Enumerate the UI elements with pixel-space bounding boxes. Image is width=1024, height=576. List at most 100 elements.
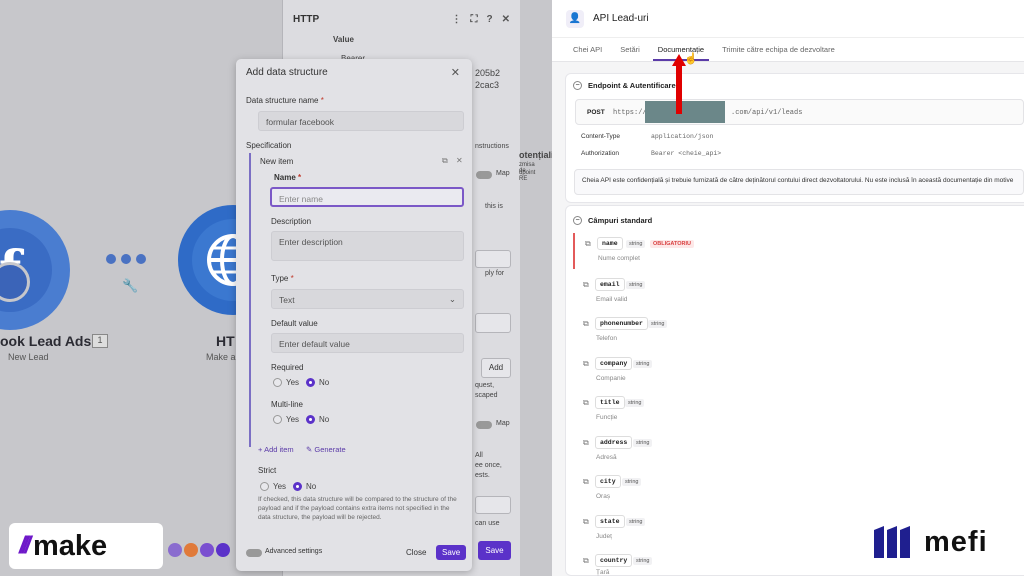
add-icon[interactable] (216, 543, 230, 557)
content-type-label: Content-Type (581, 133, 621, 140)
delete-item-icon[interactable]: ✕ (456, 156, 463, 165)
copy-icon[interactable]: ⧉ (583, 556, 589, 566)
mefi-logo-icon (874, 526, 910, 558)
copy-item-icon[interactable]: ⧉ (442, 156, 448, 166)
user-icon: 👤 (566, 9, 584, 28)
expand-icon[interactable]: ⛶ (471, 14, 478, 25)
strict-yes-radio[interactable]: Yes (260, 482, 286, 491)
advanced-settings-label: Advanced settings (265, 548, 323, 555)
content-type-value: application/json (651, 133, 714, 140)
collapse-icon[interactable]: − (573, 81, 582, 90)
field-name: address (595, 436, 633, 449)
copy-icon[interactable]: ⧉ (583, 517, 589, 527)
field-desc: Telefon (596, 335, 617, 342)
type-label: Type * (271, 274, 294, 283)
collapse-icon[interactable]: − (573, 216, 582, 225)
close-button[interactable]: Close (400, 545, 432, 560)
field-desc: Email valid (596, 296, 628, 303)
save-button[interactable]: Save (436, 545, 467, 560)
field-name: company (595, 357, 633, 370)
http-save-button[interactable]: Save (478, 541, 511, 560)
description-input[interactable]: Enter description (271, 231, 464, 261)
field-type: string (633, 360, 653, 368)
side-box-3[interactable] (475, 496, 511, 514)
more-icon[interactable]: ⋮ (452, 14, 462, 25)
fields-section-header[interactable]: − Câmpuri standard (573, 216, 652, 225)
side-text-7: quest, (475, 382, 495, 389)
required-no-radio[interactable]: No (306, 378, 329, 387)
field-desc: Nume complet (598, 255, 640, 262)
module1-subtitle: New Lead (8, 352, 49, 362)
map-toggle-1[interactable] (476, 171, 492, 179)
copy-icon[interactable]: ⧉ (583, 319, 589, 329)
side-box-1[interactable] (475, 250, 511, 268)
http-panel-title: HTTP (293, 13, 320, 25)
required-label: Required (271, 363, 304, 372)
side-text-5: this is (485, 203, 503, 210)
field-row: ⧉ email string Email valid (573, 274, 1024, 310)
multiline-yes-radio[interactable]: Yes (273, 415, 299, 424)
text-icon[interactable] (200, 543, 214, 557)
connection-dots[interactable] (106, 254, 146, 264)
ds-name-label: Data structure name * (246, 96, 324, 105)
field-row: ⧉ address string Adresă (573, 432, 1024, 468)
field-desc: Funcție (596, 414, 618, 421)
dialog-close-icon[interactable]: ✕ (451, 66, 460, 79)
map-label-1: Map (496, 170, 510, 177)
copy-icon[interactable]: ⧉ (583, 477, 589, 487)
endpoint-section-header[interactable]: − Endpoint & Autentificare (573, 81, 676, 90)
field-name: email (595, 278, 625, 291)
module1-count: 1 (92, 334, 108, 348)
required-yes-radio[interactable]: Yes (273, 378, 299, 387)
spec-tree-line (249, 153, 251, 447)
field-type: string (626, 281, 646, 289)
field-type: string (622, 478, 642, 486)
add-data-structure-dialog: Add data structure ✕ Data structure name… (236, 59, 472, 571)
tool-icons[interactable] (168, 543, 230, 557)
strict-no-radio[interactable]: No (293, 482, 316, 491)
tab-trimite[interactable]: Trimite către echipa de dezvoltare (713, 39, 844, 60)
advanced-settings-toggle[interactable] (246, 549, 262, 557)
authorization-value: Bearer <cheie_api> (651, 150, 722, 157)
copy-icon[interactable]: ⧉ (583, 438, 589, 448)
copy-icon[interactable]: ⧉ (583, 398, 589, 408)
map-toggle-2[interactable] (476, 421, 492, 429)
field-name: country (595, 554, 633, 567)
add-button[interactable]: Add (481, 358, 511, 378)
field-name: city (595, 475, 621, 488)
tab-chei-api[interactable]: Chei API (564, 39, 611, 60)
name-input[interactable]: Enter name (270, 187, 464, 207)
field-row: ⧉ company string Companie (573, 353, 1024, 389)
value-snippet-2: 2cac3 (475, 80, 500, 90)
copy-icon[interactable]: ⧉ (585, 239, 591, 249)
default-value-input[interactable]: Enter default value (271, 333, 464, 353)
generate-link[interactable]: ✎ Generate (306, 445, 346, 454)
field-desc: Companie (596, 375, 626, 382)
endpoint-row: POST https:// .com/api/v1/leads (575, 99, 1024, 125)
field-desc: Adresă (596, 454, 617, 461)
tools-icon[interactable] (168, 543, 182, 557)
new-item-label: New item (260, 157, 294, 166)
docs-tabs: Chei API Setări Documentație Trimite căt… (552, 38, 1024, 62)
make-logo-text: make (33, 529, 108, 562)
chevron-down-icon: ⌄ (448, 294, 456, 304)
field-row: ⧉ name string OBLIGATORIU Nume complet (573, 233, 1024, 269)
description-label: Description (271, 217, 312, 226)
close-icon[interactable]: ✕ (502, 14, 510, 25)
copy-icon[interactable]: ⧉ (583, 359, 589, 369)
field-row: ⧉ city string Oraș (573, 471, 1024, 507)
field-type: string (626, 518, 646, 526)
ds-name-input[interactable]: formular facebook (258, 111, 464, 131)
side-box-2[interactable] (475, 313, 511, 333)
copy-icon[interactable]: ⧉ (583, 280, 589, 290)
add-item-link[interactable]: + Add item (258, 445, 294, 454)
api-key-notice: Cheia API este confidențială și trebuie … (574, 169, 1024, 195)
flow-icon[interactable] (184, 543, 198, 557)
help-icon[interactable]: ? (487, 14, 493, 25)
wrench-icon[interactable]: 🔧 (122, 278, 138, 294)
field-name: title (595, 396, 625, 409)
tab-setari[interactable]: Setări (611, 39, 649, 60)
multiline-no-radio[interactable]: No (306, 415, 329, 424)
dialog-title: Add data structure (246, 67, 328, 78)
type-select[interactable]: Text ⌄ (271, 289, 464, 309)
